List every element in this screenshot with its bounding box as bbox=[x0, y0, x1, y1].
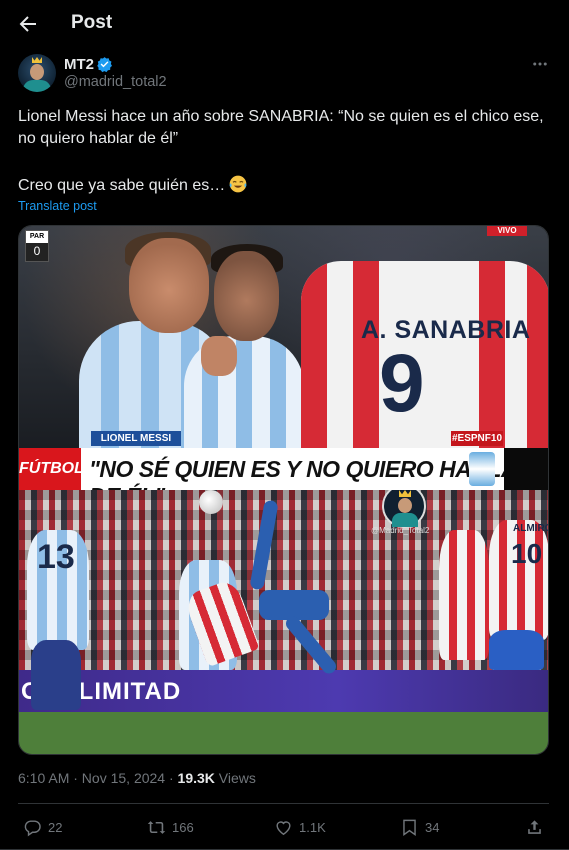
bookmark-icon bbox=[403, 819, 416, 836]
top-bar: Post bbox=[0, 0, 569, 50]
bookmark-button[interactable]: 34 bbox=[400, 816, 439, 838]
image-bottom-panel: ODOLIMITAD 13 ALMIRÓN 10 @Madrid_Total2 bbox=[19, 490, 548, 754]
jersey-10: 10 bbox=[511, 538, 543, 569]
post-image[interactable]: A. SANABRIA 9 PAR 0 VIVO LIONEL MESSI #E… bbox=[18, 225, 549, 755]
repost-icon bbox=[147, 820, 166, 834]
translate-post-link[interactable]: Translate post bbox=[18, 199, 97, 213]
repost-count: 166 bbox=[172, 819, 194, 835]
page-title: Post bbox=[71, 12, 113, 33]
score-value: 0 bbox=[33, 244, 41, 258]
post-timestamp[interactable]: 6:10 AM · Nov 15, 2024 · bbox=[18, 770, 178, 786]
ball bbox=[199, 490, 223, 514]
live-badge: VIVO bbox=[487, 226, 527, 236]
views-label: Views bbox=[214, 770, 256, 786]
share-icon bbox=[528, 819, 541, 834]
arrow-left-icon[interactable] bbox=[16, 12, 40, 36]
jersey-number: 9 bbox=[379, 338, 425, 429]
quote-banner: FÚTBOL "NO SÉ QUIEN ES Y NO QUIERO HABLA… bbox=[19, 448, 548, 509]
image-top-panel: A. SANABRIA 9 PAR 0 VIVO LIONEL MESSI #E… bbox=[19, 226, 548, 451]
like-button[interactable]: 1.1K bbox=[274, 816, 326, 838]
views-count: 19.3K bbox=[177, 770, 215, 786]
bookmark-count: 34 bbox=[425, 819, 440, 835]
banner-logo: FÚTBOL bbox=[19, 448, 84, 490]
divider bbox=[18, 803, 549, 804]
tears-of-joy-emoji-icon bbox=[229, 175, 247, 193]
verified-badge-icon bbox=[97, 57, 113, 73]
author-handle[interactable]: @madrid_total2 bbox=[64, 74, 167, 90]
reply-button[interactable]: 22 bbox=[23, 816, 62, 838]
reply-icon bbox=[24, 819, 41, 836]
heart-icon bbox=[276, 820, 291, 835]
more-dots-icon[interactable] bbox=[531, 55, 549, 73]
post-text-secondary: Creo que ya sabe quién es… bbox=[18, 174, 248, 197]
reply-count: 22 bbox=[48, 819, 63, 835]
post-text: Lionel Messi hace un año sobre SANABRIA:… bbox=[18, 108, 544, 147]
repost-button[interactable]: 166 bbox=[147, 816, 194, 838]
sanabria-jersey: A. SANABRIA 9 bbox=[301, 261, 548, 451]
avatar[interactable] bbox=[18, 54, 56, 92]
jersey-13: 13 bbox=[37, 538, 75, 576]
score-badge: PAR 0 bbox=[25, 230, 49, 262]
watermark-text: @Madrid_Total2 bbox=[371, 526, 430, 535]
channel-tag: #ESPNF10 bbox=[451, 431, 503, 446]
jersey-10-name: ALMIRÓN bbox=[513, 523, 548, 534]
lower-third-name: LIONEL MESSI bbox=[91, 431, 181, 446]
post-meta: 6:10 AM · Nov 15, 2024 · 19.3K Views bbox=[18, 770, 256, 786]
argentina-crest-icon bbox=[469, 452, 495, 486]
like-count: 1.1K bbox=[299, 819, 326, 835]
post-text-line2: Creo que ya sabe quién es… bbox=[18, 177, 226, 194]
score-team: PAR bbox=[26, 231, 48, 243]
share-button[interactable] bbox=[525, 816, 544, 838]
author-name[interactable]: MT2 bbox=[64, 56, 94, 73]
